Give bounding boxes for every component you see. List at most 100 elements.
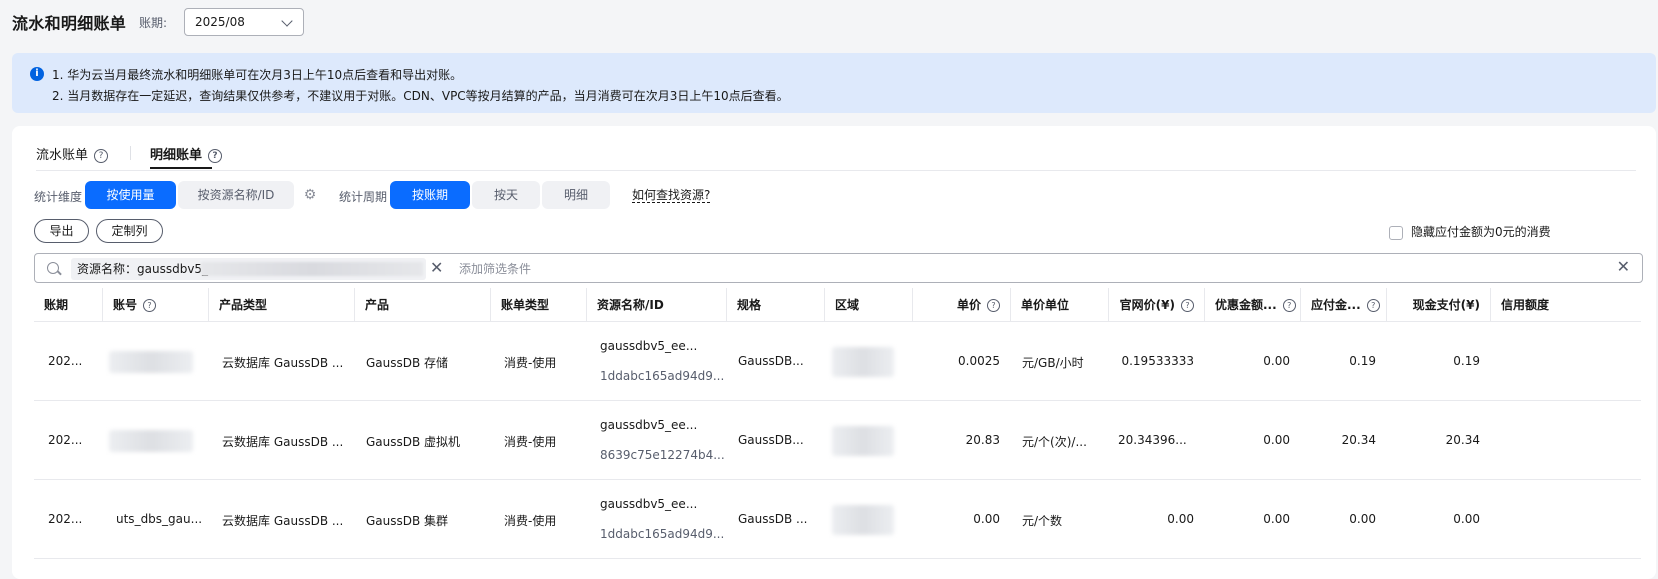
cell-period: 202...: [48, 512, 83, 526]
col-region: 区域: [824, 288, 912, 322]
cell-unit-price: 20.83: [965, 433, 1000, 447]
cell-product-type: 云数据库 GaussDB ...: [222, 356, 344, 370]
cell-resource-name[interactable]: gaussdbv5_ee...: [590, 418, 726, 432]
cycle-label: 统计周期: [339, 190, 388, 204]
cell-price-unit: 元/个数: [1022, 514, 1063, 528]
hide-zero-checkbox[interactable]: 隐藏应付金额为0元的消费: [1389, 223, 1551, 240]
export-button[interactable]: 导出: [34, 219, 89, 243]
cycle-detail[interactable]: 明细: [542, 181, 610, 209]
cell-list-price: 0.00: [1167, 512, 1194, 526]
hide-zero-label: 隐藏应付金额为0元的消费: [1411, 225, 1551, 239]
filter-search-bar[interactable]: 资源名称：gaussdbv5_ee ✕ 添加筛选条件 ✕: [34, 253, 1643, 283]
cell-resource-id[interactable]: 1ddabc165ad94d9...: [590, 527, 726, 541]
page-title: 流水和明细账单: [12, 14, 127, 33]
period-select[interactable]: 2025/08: [184, 8, 304, 36]
close-icon[interactable]: ✕: [430, 258, 443, 277]
cycle-by-period[interactable]: 按账期: [390, 181, 470, 209]
redacted-account: [109, 351, 193, 373]
table-header: 账期 账号? 产品类型 产品 账单类型 资源名称/ID 规格 区域 单价? 单价…: [34, 288, 1641, 322]
cell-product: GaussDB 虚拟机: [366, 435, 461, 449]
col-label: 应付金...: [1311, 298, 1361, 312]
cell-spec: GaussDB ...: [738, 512, 808, 526]
col-cash: 现金支付(¥): [1386, 288, 1490, 322]
cell-period: 202...: [48, 433, 83, 447]
cell-resource-id[interactable]: 1ddabc165ad94d9...: [590, 369, 726, 383]
how-to-find-resource-link[interactable]: 如何查找资源?: [632, 188, 711, 203]
filter-chip-resource-name[interactable]: 资源名称：gaussdbv5_ee: [71, 258, 426, 280]
help-icon[interactable]: ?: [1282, 299, 1296, 312]
cell-product-type: 云数据库 GaussDB ...: [222, 435, 344, 449]
notice-line-1: 1. 华为云当月最终流水和明细账单可在次月3日上午10点后查看和导出对账。: [52, 68, 463, 82]
col-resource: 资源名称/ID: [586, 288, 726, 322]
customize-columns-button[interactable]: 定制列: [96, 219, 163, 243]
table-row: 202... 云数据库 GaussDB ... GaussDB 虚拟机 消费-使…: [34, 402, 1641, 480]
tab-detail-bill[interactable]: 明细账单?: [150, 144, 223, 163]
col-period: 账期: [44, 298, 69, 312]
col-product-type: 产品类型: [208, 288, 354, 322]
help-icon[interactable]: ?: [94, 148, 109, 163]
notice-line-2: 2. 当月数据存在一定延迟，查询结果仅供参考，不建议用于对账。CDN、VPC等按…: [52, 89, 789, 103]
cell-list-price: 0.19533333: [1121, 354, 1194, 368]
col-label: 优惠金额...: [1215, 298, 1277, 312]
checkbox-box[interactable]: [1389, 225, 1403, 240]
cell-bill-type: 消费-使用: [504, 514, 557, 528]
tab-flow-bill[interactable]: 流水账单?: [36, 144, 109, 163]
cell-cash: 20.34: [1445, 433, 1480, 447]
cell-resource-id[interactable]: 8639c75e12274b4...: [590, 448, 726, 462]
tab-label: 流水账单: [36, 148, 89, 163]
redacted-text: [201, 262, 423, 276]
dimension-by-usage[interactable]: 按使用量: [85, 181, 176, 209]
col-label: 账号: [113, 298, 138, 312]
cell-unit-price: 0.00: [973, 512, 1000, 526]
period-label: 账期:: [139, 16, 168, 30]
cell-discount: 0.00: [1263, 433, 1290, 447]
cell-account: uts_dbs_gau...: [116, 512, 203, 526]
info-notice: i 1. 华为云当月最终流水和明细账单可在次月3日上午10点后查看和导出对账。 …: [12, 53, 1656, 113]
dimension-by-resource[interactable]: 按资源名称/ID: [178, 181, 294, 209]
col-unit-price: 单价?: [912, 288, 1010, 322]
cell-product: GaussDB 集群: [366, 514, 449, 528]
col-product: 产品: [354, 288, 490, 322]
detail-bill-table: 账期 账号? 产品类型 产品 账单类型 资源名称/ID 规格 区域 单价? 单价…: [34, 288, 1643, 579]
tabs-border: [36, 170, 1636, 171]
bill-panel: 流水账单? 明细账单? 统计维度 按使用量 按资源名称/ID ⚙ 统计周期 按账…: [12, 126, 1656, 579]
cell-resource-name[interactable]: gaussdbv5_ee...: [590, 339, 726, 353]
cell-resource-name[interactable]: gaussdbv5_ee...: [590, 497, 726, 511]
cell-payable: 20.34: [1341, 433, 1376, 447]
cell-product: GaussDB 存储: [366, 356, 449, 370]
period-value: 2025/08: [195, 15, 245, 29]
cell-spec: GaussDB...: [738, 433, 804, 447]
cell-price-unit: 元/个(次)/...: [1022, 435, 1087, 449]
cell-cash: 0.19: [1453, 354, 1480, 368]
help-icon[interactable]: ?: [987, 299, 1000, 312]
cell-bill-type: 消费-使用: [504, 435, 557, 449]
help-icon[interactable]: ?: [1366, 299, 1380, 312]
help-icon[interactable]: ?: [143, 299, 157, 312]
cell-payable: 0.00: [1349, 512, 1376, 526]
col-label: 官网价(¥): [1119, 298, 1175, 312]
col-account: 账号?: [102, 288, 208, 322]
dimension-label: 统计维度: [34, 190, 83, 204]
help-icon[interactable]: ?: [208, 148, 223, 163]
col-bill-type: 账单类型: [490, 288, 586, 322]
cell-discount: 0.00: [1263, 354, 1290, 368]
redacted-region: [832, 347, 894, 377]
col-credit: 信用额度: [1490, 288, 1643, 322]
active-tab-underline: [150, 167, 212, 169]
add-filter-input[interactable]: 添加筛选条件: [459, 260, 531, 277]
col-discount: 优惠金额...?: [1204, 288, 1300, 322]
chevron-down-icon: [281, 15, 293, 27]
clear-all-icon[interactable]: ✕: [1617, 257, 1630, 276]
gear-icon[interactable]: ⚙: [302, 187, 318, 203]
cell-spec: GaussDB...: [738, 354, 804, 368]
cycle-by-day[interactable]: 按天: [472, 181, 540, 209]
tab-divider: [130, 146, 131, 160]
help-icon[interactable]: ?: [1181, 299, 1194, 312]
col-payable: 应付金...?: [1300, 288, 1386, 322]
col-spec: 规格: [726, 288, 824, 322]
table-row: 202... 云数据库 GaussDB ... GaussDB 存储 消费-使用…: [34, 323, 1641, 401]
redacted-region: [832, 505, 894, 535]
cell-bill-type: 消费-使用: [504, 356, 557, 370]
col-label: 单价: [956, 298, 981, 312]
search-icon: [47, 262, 59, 274]
